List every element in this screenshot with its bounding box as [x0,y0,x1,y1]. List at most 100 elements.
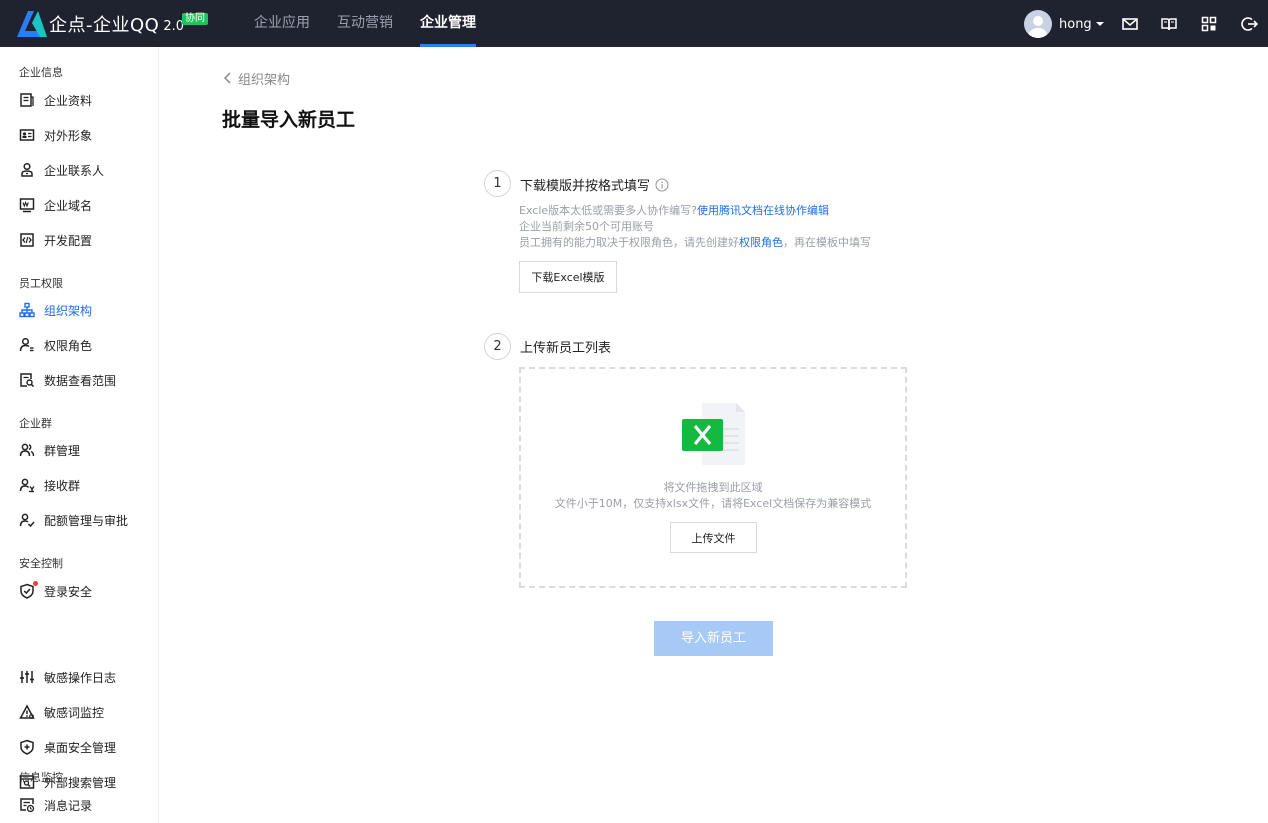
shield-plus-icon [20,739,34,755]
logo[interactable]: 企点-企业QQ 2.0 协同 [17,11,208,37]
nav-enterprise-management[interactable]: 企业管理 [420,0,476,47]
logo-badge: 协同 [182,13,208,25]
id-card-icon [19,129,35,141]
top-nav: 企业应用 互动营销 企业管理 [254,0,503,47]
avatar-person-icon [1029,16,1047,38]
mail-icon[interactable] [1121,15,1139,33]
receive-group-icon [19,478,35,493]
logout-icon[interactable] [1240,15,1258,33]
step1-note-version: Excle版本太低或需要多人协作编写?使用腾讯文档在线协作编辑 [519,202,829,218]
chevron-left-icon [223,72,231,84]
nav-interactive-marketing[interactable]: 互动营销 [337,0,393,47]
sidebar-item-dev-config[interactable]: 开发配置 [19,230,92,250]
sidebar-item-label: 组织架构 [44,303,93,318]
sidebar-item-group-management[interactable]: 群管理 [19,440,80,460]
sidebar-item-label: 配额管理与审批 [44,513,129,528]
chevron-down-icon [1095,22,1104,26]
step1-note-roles: 员工拥有的能力取决于权限角色，请先创建好权限角色，再在模板中填写 [519,234,871,250]
step1-note-accounts: 企业当前剩余50个可用账号 [519,220,654,233]
sidebar-item-label: 开发配置 [44,233,93,248]
import-employees-button[interactable]: 导入新员工 [654,621,773,656]
notification-dot [33,581,38,586]
logo-version: 2.0 [163,18,185,34]
sidebar-item-sensitive-op-log[interactable]: 敏感操作日志 [19,667,116,687]
download-template-button[interactable]: 下载Excel模版 [519,261,617,293]
sidebar-group-enterprise-groups: 企业群 [19,417,52,430]
sidebar-item-label: 敏感词监控 [44,705,105,720]
top-bar: 企点-企业QQ 2.0 协同 企业应用 互动营销 企业管理 hong [0,0,1268,47]
shield-check-icon [20,583,34,599]
sidebar-item-label: 企业资料 [44,93,93,108]
sidebar-item-enterprise-domain[interactable]: 企业域名 [19,195,92,215]
note-text: ，再在模板中填写 [783,236,871,249]
org-tree-icon [19,302,35,318]
step1-title-row: 下载模版并按格式填写 [520,175,669,194]
sidebar-item-message-record[interactable]: 消息记录 [19,795,92,815]
sidebar: 企业信息 企业资料 对外形象 企业联系人 企业域名 开发配置 员工权限 组织架构… [0,47,159,823]
excel-file-icon [682,403,745,465]
upload-file-button[interactable]: 上传文件 [670,522,757,553]
step-number-2: 2 [484,333,511,360]
role-icon [19,337,34,352]
sidebar-item-data-scope[interactable]: 数据查看范围 [19,370,116,390]
book-icon[interactable] [1160,15,1178,33]
logo-text: 企点-企业QQ [49,15,160,36]
user-name: hong [1059,16,1092,32]
sidebar-item-external-image[interactable]: 对外形象 [19,125,92,145]
sidebar-item-label: 消息记录 [44,798,93,813]
apps-grid-icon[interactable] [1200,15,1218,33]
domain-icon [19,198,35,213]
sidebar-item-label: 接收群 [44,478,81,493]
shield-check-icon-wrap [19,581,38,599]
sidebar-item-label: 群管理 [44,443,81,458]
info-icon[interactable] [655,177,669,192]
sidebar-group-security-control: 安全控制 [19,557,63,570]
document-icon [20,93,34,107]
sidebar-item-desktop-security[interactable]: 桌面安全管理 [19,737,116,757]
step2-title: 上传新员工列表 [520,341,612,356]
sidebar-item-label: 登录安全 [44,584,93,599]
dropzone-hint: 将文件拖拽到此区域 [663,481,763,494]
sidebar-group-enterprise-info: 企业信息 [19,66,63,79]
data-scope-icon [20,373,35,388]
code-icon [20,233,34,247]
sidebar-item-permission-roles[interactable]: 权限角色 [19,335,92,355]
note-text: Excle版本太低或需要多人协作编写? [519,204,697,217]
qidian-logo-icon [17,11,47,37]
step-number-1: 1 [484,170,511,197]
sidebar-item-label: 数据查看范围 [44,373,117,388]
back-link[interactable]: 组织架构 [222,69,291,88]
permission-roles-link[interactable]: 权限角色 [739,236,783,249]
nav-enterprise-apps[interactable]: 企业应用 [254,0,310,47]
sliders-icon [20,671,34,683]
sidebar-item-label: 敏感操作日志 [44,670,117,685]
warning-triangle-icon [19,704,35,719]
user-menu[interactable]: hong [1024,10,1104,38]
group-icon [19,443,35,457]
sidebar-group-info-monitor: 信息监控 [19,771,63,784]
sidebar-item-receive-groups[interactable]: 接收群 [19,475,80,495]
sidebar-item-label: 企业域名 [44,198,93,213]
sidebar-item-sensitive-word-monitor[interactable]: 敏感词监控 [19,702,104,722]
contact-person-icon [21,162,33,177]
tencent-docs-link[interactable]: 使用腾讯文档在线协作编辑 [697,204,829,217]
dropzone-rule: 文件小于10M，仅支持xlsx文件，请将Excel文档保存为兼容模式 [554,497,872,510]
sidebar-item-label: 企业联系人 [44,163,105,178]
sidebar-item-enterprise-profile[interactable]: 企业资料 [19,90,92,110]
sidebar-item-login-security[interactable]: 登录安全 [19,581,92,601]
sidebar-group-employee-permissions: 员工权限 [19,277,63,290]
message-record-icon [20,798,35,813]
sidebar-item-label: 对外形象 [44,128,93,143]
note-text: 员工拥有的能力取决于权限角色，请先创建好 [519,236,739,249]
sidebar-item-org-structure[interactable]: 组织架构 [19,300,92,320]
file-dropzone[interactable] [519,367,907,588]
page-title: 批量导入新员工 [222,109,356,131]
sidebar-item-label: 桌面安全管理 [44,740,117,755]
sidebar-item-label: 权限角色 [44,338,93,353]
sidebar-item-enterprise-contact[interactable]: 企业联系人 [19,160,104,180]
avatar [1024,10,1052,38]
sidebar-item-quota-approval[interactable]: 配额管理与审批 [19,510,128,530]
back-label: 组织架构 [238,72,291,88]
step1-title: 下载模版并按格式填写 [520,179,651,194]
quota-approval-icon [19,513,35,528]
